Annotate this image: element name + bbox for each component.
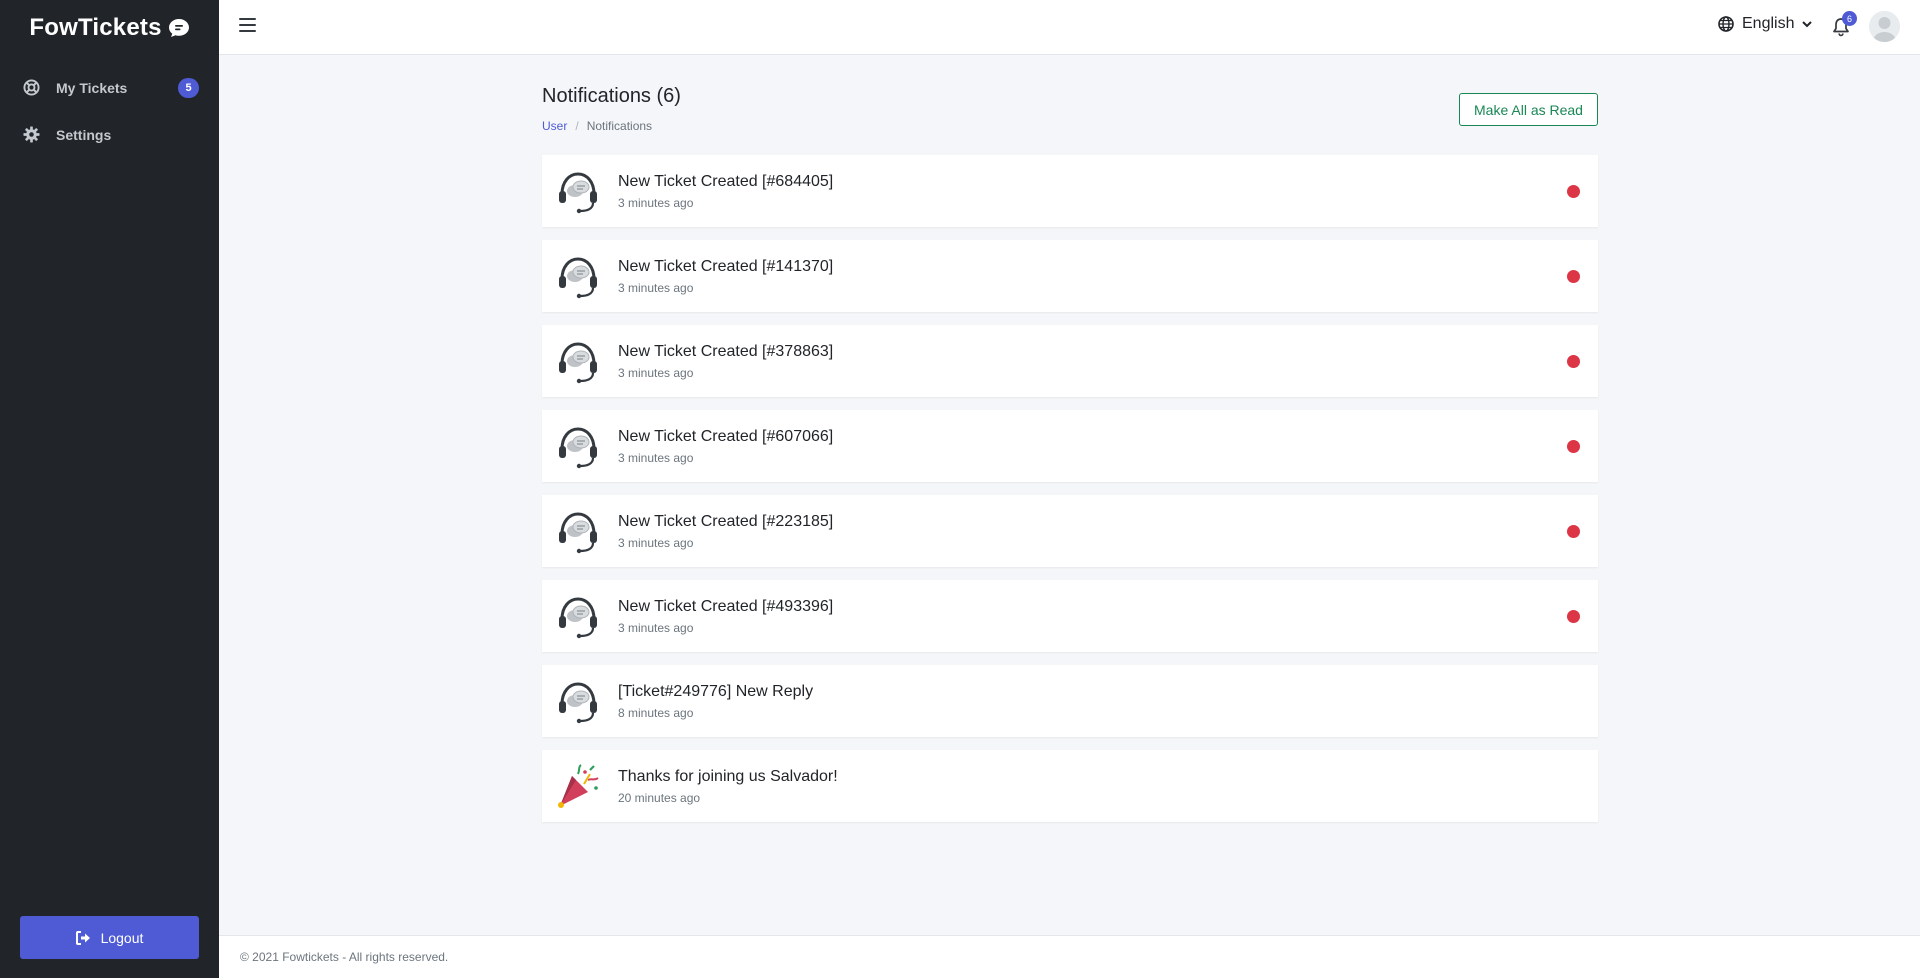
notification-text: New Ticket Created [#378863] 3 minutes a… xyxy=(618,343,1598,380)
notification-text: New Ticket Created [#223185] 3 minutes a… xyxy=(618,513,1598,550)
sidebar: FowTickets My Tickets 5 Settings Logout xyxy=(0,0,219,978)
unread-dot xyxy=(1567,525,1580,538)
notification-text: [Ticket#249776] New Reply 8 minutes ago xyxy=(618,683,1598,720)
breadcrumb-user-link[interactable]: User xyxy=(542,119,567,133)
sidebar-item-label: My Tickets xyxy=(56,79,128,96)
notification-title: [Ticket#249776] New Reply xyxy=(618,682,814,700)
notification-time: 8 minutes ago xyxy=(618,705,694,720)
support-headset-icon xyxy=(554,592,602,640)
notification-title: New Ticket Created [#493396] xyxy=(618,597,834,615)
avatar[interactable] xyxy=(1869,11,1900,42)
notification-time: 3 minutes ago xyxy=(618,620,694,635)
sidebar-item-my-tickets[interactable]: My Tickets 5 xyxy=(0,64,219,111)
language-selector[interactable]: English xyxy=(1718,15,1813,33)
notification-text: New Ticket Created [#141370] 3 minutes a… xyxy=(618,258,1598,295)
notification-time: 3 minutes ago xyxy=(618,280,694,295)
mark-all-read-button[interactable]: Make All as Read xyxy=(1459,93,1598,126)
notification-item[interactable]: New Ticket Created [#223185] 3 minutes a… xyxy=(542,495,1598,567)
sidebar-item-label: Settings xyxy=(56,126,112,143)
notification-count-badge: 6 xyxy=(1842,11,1857,26)
breadcrumb-separator: / xyxy=(575,119,579,133)
notification-item[interactable]: [Ticket#249776] New Reply 8 minutes ago xyxy=(542,665,1598,737)
support-headset-icon xyxy=(554,422,602,470)
life-ring-icon xyxy=(22,79,40,97)
notification-time: 3 minutes ago xyxy=(618,365,694,380)
support-headset-icon xyxy=(554,677,602,725)
notification-title: New Ticket Created [#607066] xyxy=(618,427,834,445)
page-title: Notifications (6) xyxy=(542,85,681,107)
brand-logo[interactable]: FowTickets xyxy=(0,0,219,56)
unread-dot xyxy=(1567,610,1580,623)
sidebar-item-settings[interactable]: Settings xyxy=(0,111,219,158)
notification-title: New Ticket Created [#684405] xyxy=(618,172,834,190)
notification-title: Thanks for joining us Salvador! xyxy=(618,767,838,785)
chevron-down-icon xyxy=(1802,20,1813,27)
sidebar-nav: My Tickets 5 Settings xyxy=(0,64,219,158)
party-popper-icon xyxy=(558,764,599,808)
topbar: English 6 xyxy=(219,0,1920,55)
notification-text: New Ticket Created [#607066] 3 minutes a… xyxy=(618,428,1598,465)
notification-time: 3 minutes ago xyxy=(618,450,694,465)
tickets-count-badge: 5 xyxy=(178,77,199,98)
notification-item[interactable]: New Ticket Created [#141370] 3 minutes a… xyxy=(542,240,1598,312)
globe-icon xyxy=(1718,16,1734,32)
notification-item[interactable]: New Ticket Created [#493396] 3 minutes a… xyxy=(542,580,1598,652)
notification-time: 20 minutes ago xyxy=(618,790,701,805)
unread-dot xyxy=(1567,185,1580,198)
sign-out-icon xyxy=(75,930,90,945)
gear-icon xyxy=(22,126,40,144)
notification-title: New Ticket Created [#378863] xyxy=(618,342,834,360)
unread-dot xyxy=(1567,355,1580,368)
notification-text: New Ticket Created [#493396] 3 minutes a… xyxy=(618,598,1598,635)
menu-toggle-icon[interactable] xyxy=(239,18,256,34)
notification-time: 3 minutes ago xyxy=(618,195,694,210)
notification-title: New Ticket Created [#141370] xyxy=(618,257,834,275)
notification-title: New Ticket Created [#223185] xyxy=(618,512,834,530)
brand-name: FowTickets xyxy=(29,14,162,41)
user-avatar-icon xyxy=(1869,11,1900,42)
chat-bubble-icon xyxy=(168,19,189,37)
support-headset-icon xyxy=(554,337,602,385)
notifications-list: New Ticket Created [#684405] 3 minutes a… xyxy=(542,155,1598,835)
breadcrumb-current: Notifications xyxy=(586,119,653,133)
notification-item[interactable]: New Ticket Created [#684405] 3 minutes a… xyxy=(542,155,1598,227)
unread-dot xyxy=(1567,270,1580,283)
page-header: Notifications (6) User / Notifications M… xyxy=(542,85,1598,133)
support-headset-icon xyxy=(554,252,602,300)
notification-time: 3 minutes ago xyxy=(618,535,694,550)
copyright-text: © 2021 Fowtickets - All rights reserved. xyxy=(240,950,449,964)
footer: © 2021 Fowtickets - All rights reserved. xyxy=(219,935,1920,978)
notification-item[interactable]: New Ticket Created [#378863] 3 minutes a… xyxy=(542,325,1598,397)
breadcrumb: User / Notifications xyxy=(542,119,1598,133)
notification-item[interactable]: Thanks for joining us Salvador! 20 minut… xyxy=(542,750,1598,822)
notification-text: New Ticket Created [#684405] 3 minutes a… xyxy=(618,173,1598,210)
logout-label: Logout xyxy=(100,929,144,946)
notification-text: Thanks for joining us Salvador! 20 minut… xyxy=(618,768,1598,805)
support-headset-icon xyxy=(554,507,602,555)
support-headset-icon xyxy=(554,167,602,215)
notification-item[interactable]: New Ticket Created [#607066] 3 minutes a… xyxy=(542,410,1598,482)
language-label: English xyxy=(1742,15,1795,32)
unread-dot xyxy=(1567,440,1580,453)
logout-button[interactable]: Logout xyxy=(20,916,199,959)
